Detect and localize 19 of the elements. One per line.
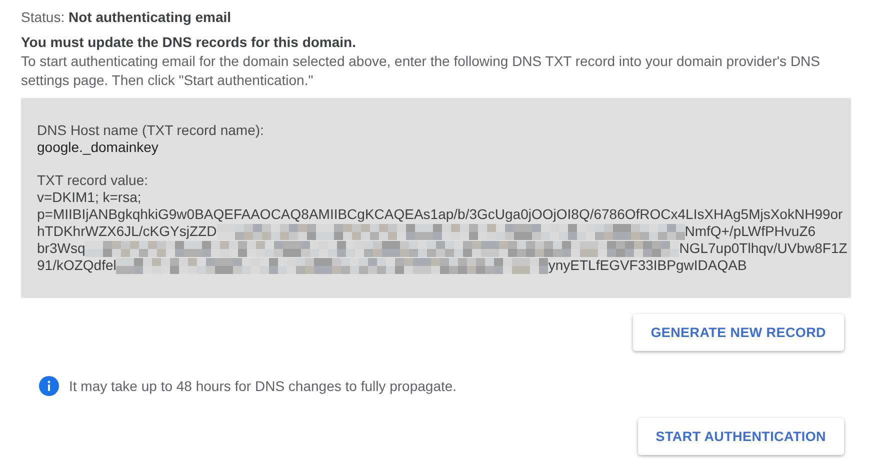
notice-heading: You must update the DNS records for this domain. — [21, 33, 357, 52]
record-value-text: NGL7up0Tlhqv/UVbw8F1Z — [679, 240, 848, 257]
host-name-value: google._domainkey — [37, 139, 160, 156]
record-value-text: NmfQ+/pLWfPHvuZ6 — [684, 223, 816, 240]
propagation-note: It may take up to 48 hours for DNS changes to fully propagate. — [69, 378, 457, 394]
record-value-text: v=DKIM1; k=rsa; — [37, 189, 142, 206]
info-icon — [39, 376, 59, 396]
record-value-text: ynyETLfEGVF33IBPgwIDAQAB — [548, 257, 747, 274]
status-value: Not authenticating email — [68, 9, 232, 25]
record-value-label: TXT record value: — [37, 172, 150, 189]
start-authentication-button[interactable]: START AUTHENTICATION — [638, 418, 844, 455]
record-value-text: 91/kOZQdfel — [37, 257, 116, 274]
notice-text: To start authenticating email for the domain selected above, enter the following DNS TXT record into your domain provider's DNS settings page. Then click "Start authentication." — [21, 52, 821, 90]
generate-record-button[interactable]: GENERATE NEW RECORD — [632, 314, 844, 351]
host-name-label: DNS Host name (TXT record name): — [37, 122, 265, 139]
record-value-text: hTDKhrWZX6JL/cKGYsjZZD — [37, 223, 217, 240]
record-value-text: br3Wsq — [37, 240, 86, 257]
record-value-text: p=MIIBIjANBgkqhkiG9w0BAQEFAAOCAQ8AMIIBCgKCAQEAs1ap/b/3GcUga0jOOjOI8Q/6786OfROCx4LIsXHAg5MjsXokNH99or — [37, 206, 843, 223]
status-label: Status: — [21, 9, 65, 25]
